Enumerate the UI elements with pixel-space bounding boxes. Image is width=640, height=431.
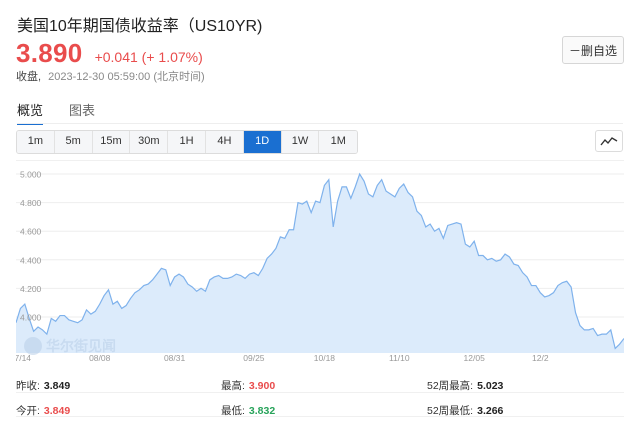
chart-type-button[interactable] [595, 130, 623, 152]
stats-divider [16, 392, 624, 393]
price-chart: 5.0004.8004.6004.4004.2004.000华尔街见闻07/14… [16, 160, 624, 366]
stat-label: 今开: [16, 405, 40, 417]
stat-value: 5.023 [477, 380, 504, 392]
y-tick-label: 4.600 [20, 227, 42, 237]
x-tick-label: 11/10 [389, 353, 410, 363]
stats-divider [16, 416, 624, 417]
y-tick-label: 4.000 [20, 313, 42, 323]
stat-label: 最高: [221, 380, 245, 392]
x-tick-label: 09/25 [243, 353, 265, 363]
period-1d[interactable]: 1D [243, 131, 282, 153]
x-tick-label: 10/18 [314, 353, 336, 363]
stat-label: 52周最低: [427, 405, 474, 417]
market-status: 收盘, 2023-12-30 05:59:00 (北京时间) [16, 68, 205, 84]
stat-prev-close: 昨收: 3.849 [16, 378, 70, 393]
stat-52wk-high: 52周最高: 5.023 [427, 378, 503, 393]
x-tick-label: 08/08 [89, 353, 111, 363]
tab-chart[interactable]: 图表 [69, 100, 95, 125]
current-price: 3.890 [16, 38, 83, 68]
period-15m[interactable]: 15m [92, 131, 131, 153]
status-time: 2023-12-30 05:59:00 (北京时间) [48, 71, 205, 83]
price-row: 3.890 +0.041 (+ 1.07%) [16, 38, 203, 69]
stat-value: 3.849 [43, 380, 71, 392]
remove-watchlist-button[interactable]: －删自选 [562, 36, 624, 64]
tabs-divider [17, 123, 623, 124]
x-tick-label: 12/2 [532, 353, 549, 363]
stat-low: 最低: 3.832 [221, 403, 275, 418]
x-tick-label: 07/14 [16, 353, 31, 363]
stat-value: 3.832 [248, 405, 276, 417]
period-1m[interactable]: 1m [17, 131, 55, 153]
y-tick-label: 4.200 [20, 284, 42, 294]
stat-label: 52周最高: [427, 380, 474, 392]
stat-open: 今开: 3.849 [16, 403, 70, 418]
x-tick-label: 08/31 [164, 353, 186, 363]
y-tick-label: 4.400 [20, 255, 42, 265]
period-5m[interactable]: 5m [54, 131, 93, 153]
stat-value: 3.266 [477, 405, 504, 417]
stat-label: 昨收: [16, 380, 40, 392]
period-1mo[interactable]: 1M [319, 131, 358, 153]
stat-value: 3.849 [43, 405, 71, 417]
period-30m[interactable]: 30m [130, 131, 169, 153]
period-1w[interactable]: 1W [281, 131, 320, 153]
stat-52wk-low: 52周最低: 3.266 [427, 403, 503, 418]
price-chart-svg: 5.0004.8004.6004.4004.2004.000华尔街见闻07/14… [16, 170, 624, 363]
stat-high: 最高: 3.900 [221, 378, 275, 393]
period-selector: 1m 5m 15m 30m 1H 4H 1D 1W 1M [16, 130, 359, 154]
view-tabs: 概览 图表 [17, 100, 121, 125]
page-title: 美国10年期国债收益率（US10YR) [17, 18, 263, 35]
x-tick-label: 12/05 [464, 353, 486, 363]
line-chart-icon [600, 137, 618, 146]
period-4h[interactable]: 4H [205, 131, 244, 153]
status-label: 收盘, [16, 71, 42, 83]
y-tick-label: 4.800 [20, 198, 42, 208]
tab-overview[interactable]: 概览 [17, 100, 44, 125]
price-change: +0.041 (+ 1.07%) [94, 49, 203, 65]
y-tick-label: 5.000 [20, 170, 42, 180]
period-1h[interactable]: 1H [168, 131, 206, 153]
stat-label: 最低: [221, 405, 245, 417]
stat-value: 3.900 [248, 380, 276, 392]
